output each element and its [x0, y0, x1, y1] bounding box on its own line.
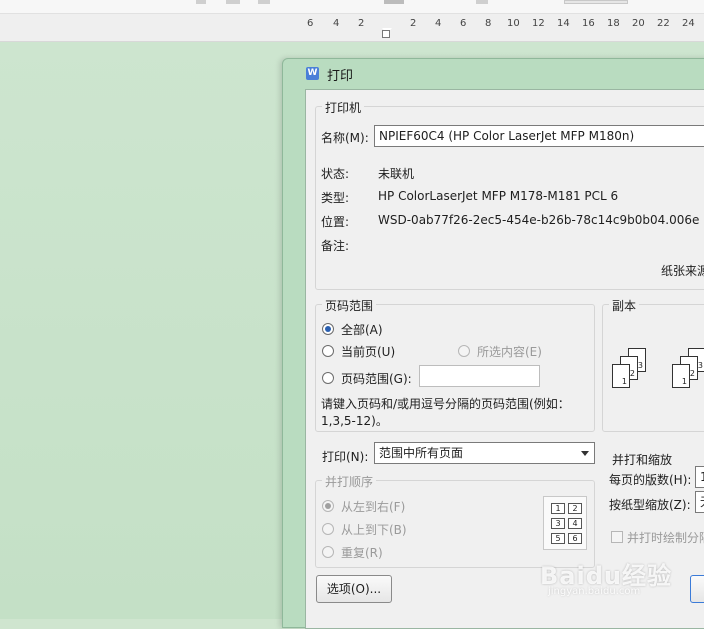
- printer-status-value: 未联机: [378, 167, 415, 181]
- ruler-tick: 24: [682, 18, 695, 29]
- baidu-watermark-url: jingyan.baidu.com: [548, 586, 641, 597]
- draw-borders-label[interactable]: 并打时绘制分隔线: [627, 529, 704, 546]
- collate-cell: 5: [551, 533, 565, 544]
- ruler-tick: 2: [410, 18, 417, 29]
- page-range-current-label[interactable]: 当前页(U): [341, 343, 395, 360]
- page-range-hint-line2: 1,3,5-12)。: [321, 414, 388, 428]
- pages-per-sheet-select[interactable]: 1: [695, 466, 704, 488]
- paper-source-label[interactable]: 纸张来源: [661, 262, 704, 279]
- print-what-value: 范围中所有页面: [379, 446, 464, 460]
- page-range-all-label[interactable]: 全部(A): [341, 321, 383, 338]
- page-range-selection-label[interactable]: 所选内容(E): [477, 343, 542, 360]
- ruler-tick: 6: [307, 18, 314, 29]
- ruler-tick: 8: [485, 18, 492, 29]
- printer-status-label: 状态:: [321, 167, 350, 181]
- printer-name-label: 名称(M):: [321, 131, 369, 145]
- printer-group-title: 打印机: [322, 99, 365, 116]
- printer-location-label: 位置:: [321, 215, 350, 229]
- scale-to-paper-value: 无: [700, 495, 704, 509]
- toolbar-fragment: [258, 0, 270, 4]
- ruler-tick: 2: [358, 18, 365, 29]
- repeat-radio[interactable]: [322, 546, 334, 558]
- page-range-pages-radio[interactable]: [322, 372, 334, 384]
- dialog-body: 打印机 名称(M): NPIEF60C4 (HP Color LaserJet …: [305, 89, 704, 629]
- print-what-label: 打印(N):: [322, 450, 369, 464]
- collate-cell: 6: [568, 533, 582, 544]
- collate-order-preview: 1 2 3 4 5 6: [543, 496, 587, 550]
- printer-comment-label: 备注:: [321, 239, 350, 253]
- toolbar-fragment: [384, 0, 404, 4]
- dialog-title: 打印: [327, 69, 354, 84]
- repeat-label[interactable]: 重复(R): [341, 544, 383, 561]
- print-dialog: W 打印 打印机 名称(M): NPIEF60C4 (HP Color Lase…: [282, 58, 704, 629]
- page-range-selection-radio[interactable]: [458, 345, 470, 357]
- pages-per-sheet-label: 每页的版数(H):: [609, 473, 692, 487]
- ruler-tick: 12: [532, 18, 545, 29]
- printer-location-value: WSD-0ab77f26-2ec5-454e-b26b-78c14c9b0b04…: [378, 213, 700, 227]
- toolbar-fragment: [564, 0, 628, 4]
- zoom-group-title: 并打和缩放: [609, 451, 676, 468]
- toolbar-fragment: [196, 0, 206, 4]
- pages-per-sheet-value: 1: [700, 470, 704, 484]
- page-range-all-radio[interactable]: [322, 323, 334, 335]
- page-range-pages-label[interactable]: 页码范围(G):: [341, 370, 412, 387]
- printer-name-value: NPIEF60C4 (HP Color LaserJet MFP M180n): [379, 129, 635, 143]
- collate-order-group-title: 并打顺序: [322, 473, 377, 490]
- left-indent-marker[interactable]: [382, 30, 390, 38]
- chevron-down-icon: [581, 451, 589, 456]
- page-range-input[interactable]: [419, 365, 540, 387]
- print-what-select[interactable]: 范围中所有页面: [374, 442, 595, 464]
- printer-type-label: 类型:: [321, 191, 350, 205]
- ruler-tick: 18: [607, 18, 620, 29]
- printer-type-value: HP ColorLaserJet MFP M178-M181 PCL 6: [378, 189, 619, 203]
- page-range-current-radio[interactable]: [322, 345, 334, 357]
- ruler-tick: 14: [557, 18, 570, 29]
- page-range-hint-line1: 请键入页码和/或用逗号分隔的页码范围(例如：: [321, 397, 570, 411]
- page-range-group-title: 页码范围: [322, 297, 377, 314]
- horizontal-ruler[interactable]: 6 4 2 2 4 6 8 10 12 14 16 18 20 22 24: [0, 14, 704, 42]
- draw-borders-checkbox[interactable]: [611, 531, 623, 543]
- toolbar-fragment: [226, 0, 240, 4]
- ruler-tick: 10: [507, 18, 520, 29]
- collate-cell: 4: [568, 518, 582, 529]
- ok-button[interactable]: [690, 575, 704, 603]
- ruler-tick: 4: [333, 18, 340, 29]
- options-button[interactable]: 选项(O)...: [316, 575, 392, 603]
- top-to-bottom-radio[interactable]: [322, 523, 334, 535]
- ruler-tick: 6: [460, 18, 467, 29]
- ruler-tick: 16: [582, 18, 595, 29]
- scale-to-paper-label: 按纸型缩放(Z):: [609, 498, 691, 512]
- collate-cell: 1: [551, 503, 565, 514]
- ruler-tick: 4: [435, 18, 442, 29]
- wps-writer-icon: W: [306, 67, 319, 80]
- left-to-right-label[interactable]: 从左到右(F): [341, 498, 405, 515]
- toolbar-fragment: [476, 0, 488, 4]
- scale-to-paper-select[interactable]: 无: [695, 491, 704, 513]
- printer-name-select[interactable]: NPIEF60C4 (HP Color LaserJet MFP M180n): [374, 125, 704, 147]
- top-to-bottom-label[interactable]: 从上到下(B): [341, 521, 407, 538]
- ruler-tick: 22: [657, 18, 670, 29]
- collate-cell: 3: [551, 518, 565, 529]
- toolbar-strip: [0, 0, 704, 14]
- ruler-tick: 20: [632, 18, 645, 29]
- dialog-titlebar[interactable]: W 打印: [283, 59, 704, 87]
- left-to-right-radio[interactable]: [322, 500, 334, 512]
- collate-cell: 2: [568, 503, 582, 514]
- copies-group-title: 副本: [609, 297, 640, 314]
